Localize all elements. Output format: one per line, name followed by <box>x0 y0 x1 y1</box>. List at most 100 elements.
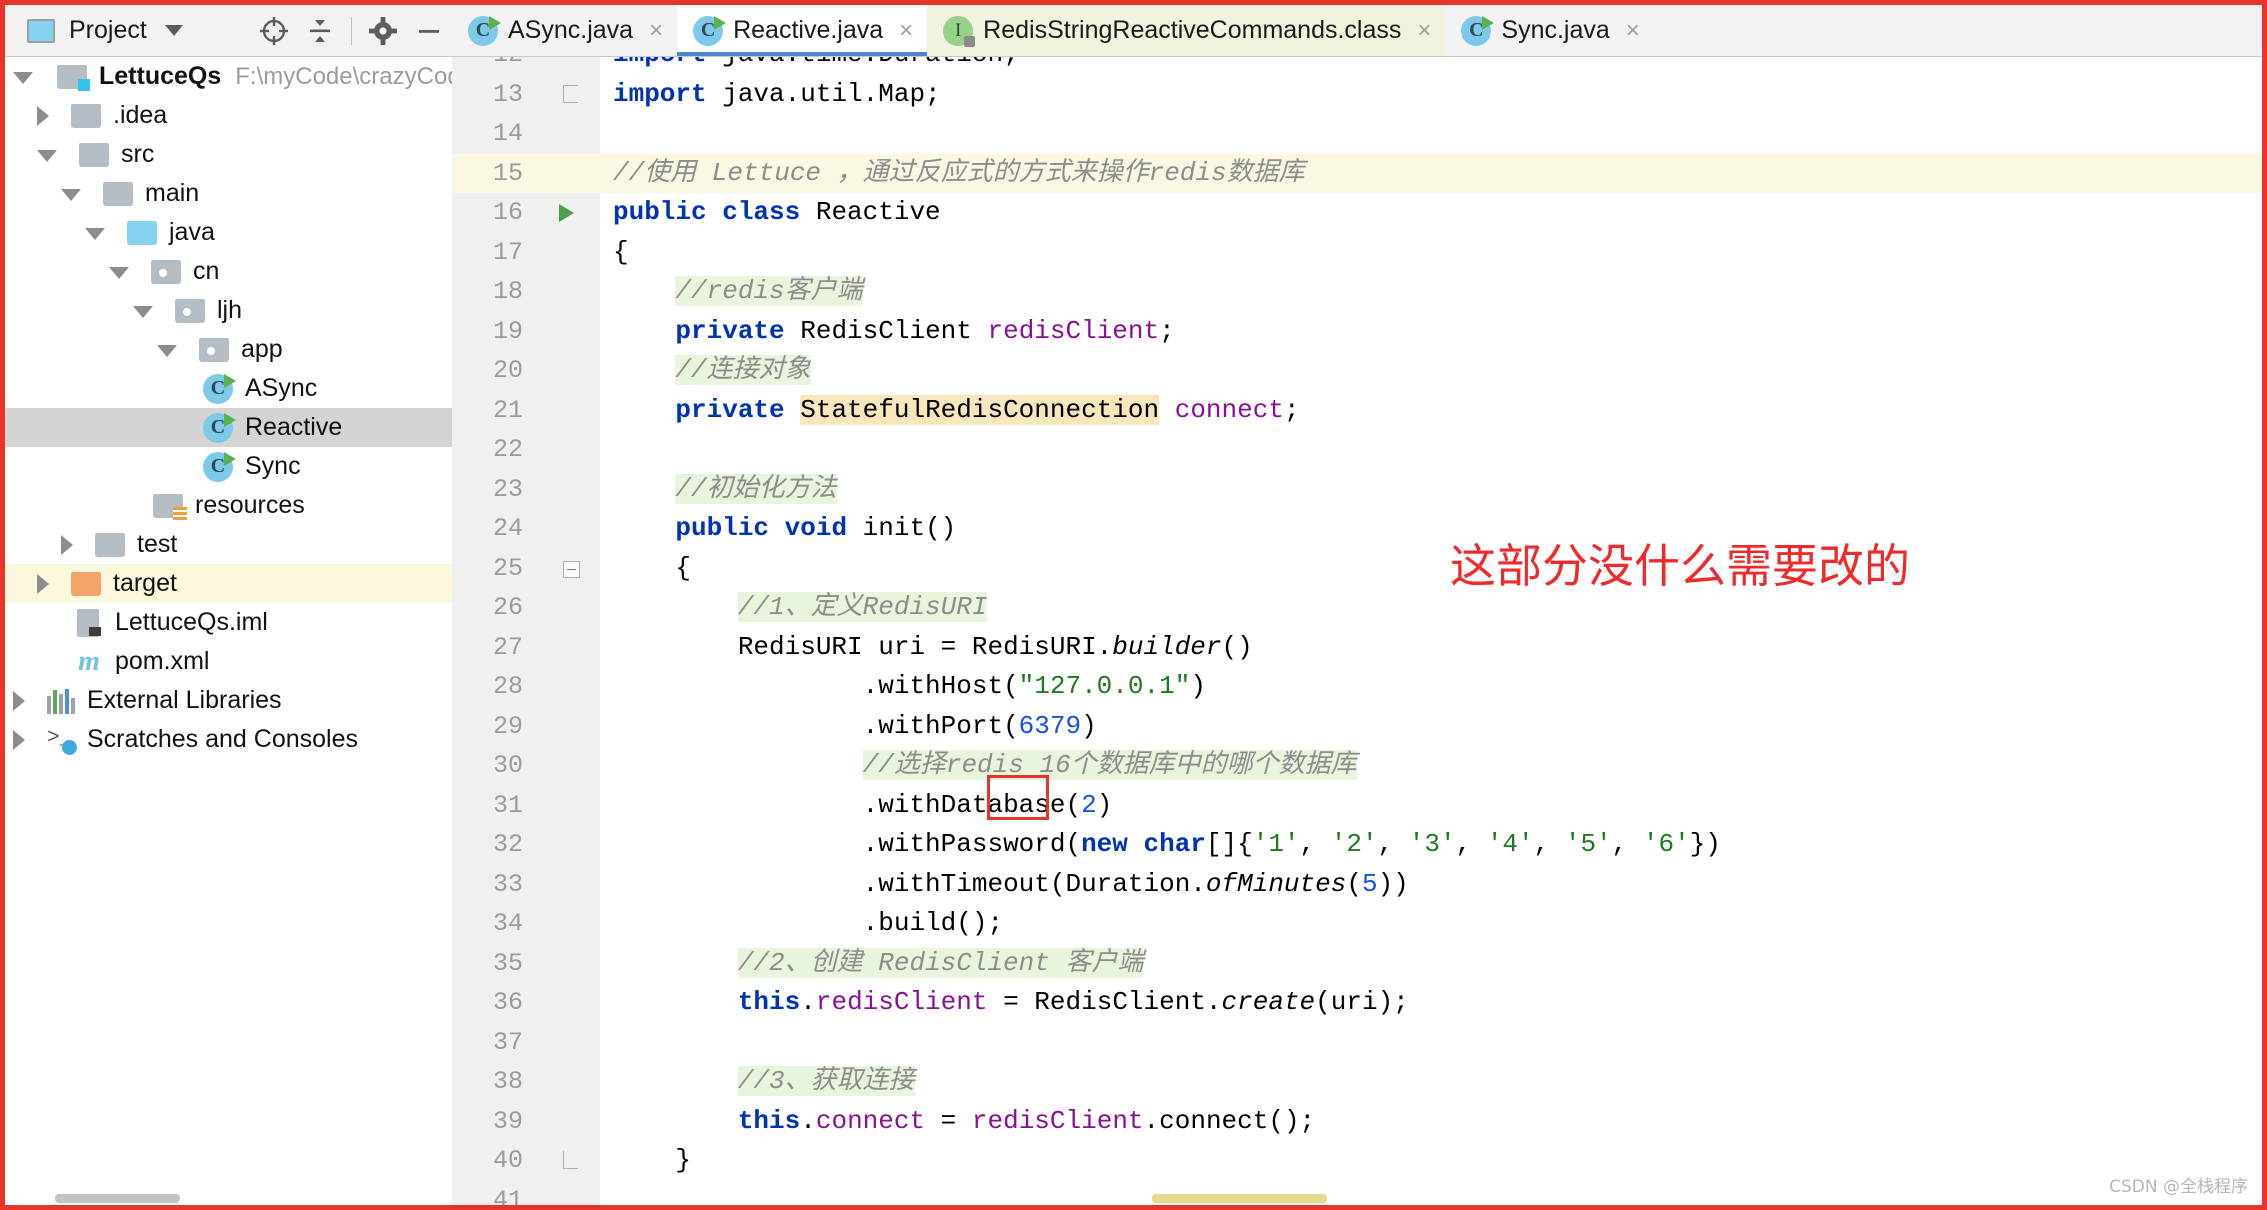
folder-icon <box>71 103 101 128</box>
chevron-down-icon[interactable] <box>157 345 177 357</box>
gutter-marker[interactable] <box>537 1141 600 1181</box>
line-text: //2、创建 RedisClient 客户端 <box>600 944 2262 984</box>
code-line-caret: 15 //使用 Lettuce ，通过反应式的方式来操作redis数据库 <box>452 153 2262 193</box>
tree-item-async[interactable]: C ASync <box>5 369 452 408</box>
tree-item-idea[interactable]: .idea <box>5 96 452 135</box>
chevron-down-icon[interactable] <box>164 25 183 36</box>
chevron-down-icon[interactable] <box>85 228 105 240</box>
tree-item-app[interactable]: app <box>5 330 452 369</box>
gutter-marker <box>537 588 600 628</box>
code-line: 27 RedisURI uri = RedisURI.builder() <box>452 627 2262 667</box>
tree-item-lettuceqs-iml[interactable]: LettuceQs.iml <box>5 603 452 642</box>
minimize-icon[interactable] <box>406 11 452 51</box>
gutter-marker <box>537 1022 600 1062</box>
java-class-icon: C <box>693 15 727 46</box>
comment-text: //1、定义RedisURI <box>737 592 988 622</box>
line-number: 14 <box>452 114 537 154</box>
chevron-down-icon[interactable] <box>13 72 33 84</box>
tree-item-java[interactable]: java <box>5 213 452 252</box>
chevron-right-icon[interactable] <box>13 690 25 711</box>
gear-icon[interactable] <box>360 11 406 51</box>
tree-item-resources[interactable]: resources <box>5 486 452 525</box>
code-line: 25 { <box>452 548 2262 588</box>
line-text: .withDatabase(2) <box>613 789 1113 820</box>
line-number: 36 <box>452 983 537 1023</box>
code-editor[interactable]: 12 import java.time.Duration; 13 import … <box>452 57 2262 1205</box>
chevron-right-icon[interactable] <box>13 729 25 750</box>
tab-label: RedisStringReactiveCommands.class <box>983 16 1402 44</box>
locate-crosshair-icon[interactable] <box>251 11 297 51</box>
code-line: 20 //连接对象 <box>452 351 2262 391</box>
chevron-down-icon[interactable] <box>37 150 57 162</box>
line-text: { <box>613 236 629 267</box>
chevron-down-icon[interactable] <box>61 189 81 201</box>
tree-item-label: test <box>137 530 178 558</box>
gutter-marker <box>537 57 600 75</box>
java-class-icon: C <box>203 373 236 404</box>
chevron-right-icon[interactable] <box>37 105 49 126</box>
tree-item-cn[interactable]: cn <box>5 252 452 291</box>
tree-item-lettuceqs[interactable]: LettuceQs F:\myCode\crazyCode\S <box>5 57 452 96</box>
close-icon[interactable]: × <box>899 17 913 45</box>
line-text: .withPort(6379) <box>613 710 1097 741</box>
tree-item-ljh[interactable]: ljh <box>5 291 452 330</box>
fold-corner-icon[interactable] <box>563 1151 578 1169</box>
chevron-down-icon[interactable] <box>109 267 129 279</box>
project-panel-title[interactable]: Project <box>69 16 147 45</box>
fold-collapse-icon[interactable] <box>563 560 580 578</box>
comment-text: //3、获取连接 <box>737 1066 915 1096</box>
gutter-marker[interactable] <box>537 548 600 588</box>
code-line: 22 <box>452 430 2262 470</box>
run-gutter-icon[interactable] <box>559 204 574 222</box>
line-text: this.connect = redisClient.connect(); <box>737 1105 1316 1136</box>
java-class-icon: C <box>468 15 501 46</box>
line-text: .withTimeout(Duration.ofMinutes(5)) <box>613 868 1409 899</box>
line-number: 21 <box>452 390 537 430</box>
tree-item-external-libraries[interactable]: External Libraries <box>5 681 452 720</box>
tree-item-label: External Libraries <box>87 686 282 714</box>
collapse-all-icon[interactable] <box>297 11 343 51</box>
line-number: 41 <box>452 1180 537 1205</box>
gutter-marker <box>537 667 600 707</box>
tree-item-label: target <box>113 569 177 597</box>
gutter-marker[interactable] <box>537 74 600 114</box>
gutter-marker[interactable] <box>537 193 600 233</box>
tree-item-scratches-and-consoles[interactable]: >_ Scratches and Consoles <box>5 720 452 759</box>
line-text: this.redisClient = RedisClient.create(ur… <box>737 987 1409 1017</box>
tab-async-java[interactable]: C ASync.java × <box>452 5 678 56</box>
line-text: } <box>613 1145 692 1175</box>
comment-text: //初始化方法 <box>675 473 837 504</box>
tree-item-pom-xml[interactable]: m pom.xml <box>5 642 452 681</box>
project-tree[interactable]: LettuceQs F:\myCode\crazyCode\S .idea sr… <box>5 57 452 1205</box>
chevron-down-icon[interactable] <box>133 306 153 318</box>
close-icon[interactable]: × <box>1417 17 1431 45</box>
tab-redisstringreactivecommands-class[interactable]: I RedisStringReactiveCommands.class × <box>927 5 1446 56</box>
line-text: import java.time.Duration; <box>600 57 2262 75</box>
code-line: 30 //选择redis 16个数据库中的哪个数据库 <box>452 746 2262 786</box>
tree-item-reactive[interactable]: C Reactive <box>5 408 452 447</box>
tree-item-main[interactable]: main <box>5 174 452 213</box>
annotation-red-box <box>987 775 1049 820</box>
close-icon[interactable]: × <box>649 17 663 45</box>
tree-item-label: resources <box>195 491 305 519</box>
tree-item-src[interactable]: src <box>5 135 452 174</box>
project-tree-horizontal-scrollbar[interactable] <box>55 1194 180 1203</box>
tab-reactive-java[interactable]: C Reactive.java × <box>677 5 928 56</box>
tree-item-sync[interactable]: C Sync <box>5 447 452 486</box>
gutter-marker <box>537 1180 600 1205</box>
tab-label: ASync.java <box>508 16 634 44</box>
tree-item-target[interactable]: target <box>5 564 452 603</box>
tree-item-label: java <box>169 218 215 246</box>
line-text: RedisURI uri = RedisURI.builder() <box>613 631 1253 662</box>
chevron-right-icon[interactable] <box>61 534 73 555</box>
comment-text: //redis客户端 <box>675 276 863 306</box>
editor-horizontal-scrollbar[interactable] <box>1152 1194 1327 1203</box>
folder-icon <box>79 142 109 167</box>
tree-item-test[interactable]: test <box>5 525 452 564</box>
close-icon[interactable]: × <box>1626 17 1640 45</box>
fold-corner-icon[interactable] <box>563 84 578 103</box>
line-number: 26 <box>452 588 537 628</box>
chevron-right-icon[interactable] <box>37 573 49 594</box>
comment-text: //使用 Lettuce ，通过反应式的方式来操作redis数据库 <box>613 157 1305 188</box>
tab-sync-java[interactable]: C Sync.java × <box>1445 5 1654 56</box>
